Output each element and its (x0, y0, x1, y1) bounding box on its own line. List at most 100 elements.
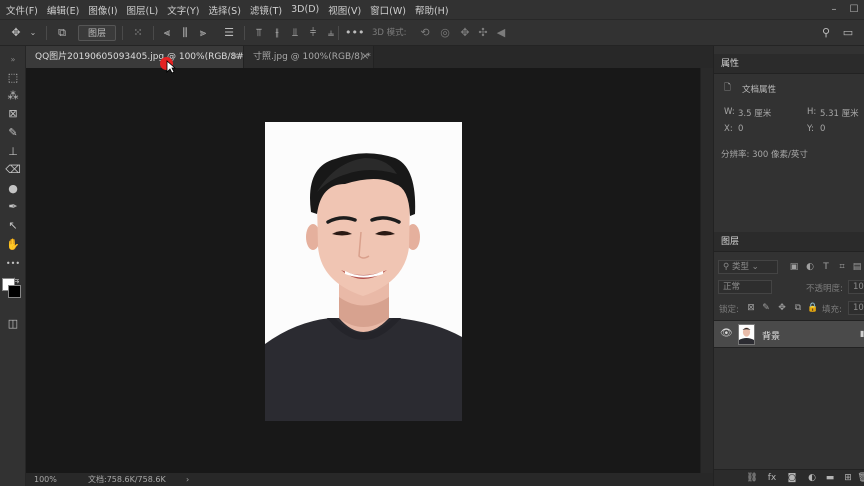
height-label: H: (807, 107, 817, 117)
width-label: W: (724, 107, 735, 117)
canvas-vertical-scrollbar[interactable] (700, 68, 713, 473)
menu-file[interactable]: 文件(F) (6, 3, 38, 17)
stamp-tool-icon[interactable]: ⊥ (4, 144, 22, 160)
visibility-eye-icon[interactable]: 👁 (720, 328, 733, 339)
filter-type-icon[interactable]: T (820, 261, 832, 273)
distribute-bottom-icon[interactable]: ⫨ (324, 25, 338, 41)
3d-mode-label: 3D 模式: (372, 28, 407, 38)
menu-help[interactable]: 帮助(H) (415, 3, 449, 17)
height-value[interactable]: 5.31 厘米 (820, 107, 859, 119)
document-size[interactable]: 文档:758.6K/758.6K (88, 473, 166, 486)
distribute-icon[interactable]: ☰ (222, 25, 236, 41)
3d-roll-icon[interactable]: ◎ (438, 25, 452, 41)
layer-row[interactable]: 👁 背景 ▮ (714, 320, 864, 348)
menu-layer[interactable]: 图层(L) (127, 3, 159, 17)
align-bottom-icon[interactable]: ⫫ (288, 25, 302, 41)
more-tools-icon[interactable]: ••• (4, 256, 22, 272)
menu-image[interactable]: 图像(I) (88, 3, 117, 17)
auto-select-icon[interactable]: ⧉ (54, 25, 70, 41)
chevron-down-icon[interactable]: ⌄ (28, 25, 38, 41)
add-mask-icon[interactable]: ◙ (786, 472, 798, 484)
path-selection-tool-icon[interactable]: ↖ (4, 218, 22, 234)
tab-id-photo[interactable]: 寸照.jpg @ 100%(RGB/8) * × (244, 46, 374, 68)
tab-qq-image[interactable]: QQ图片20190605093405.jpg @ 100%(RGB/8#) * … (26, 46, 255, 68)
lock-transparent-icon[interactable]: ⊠ (745, 302, 757, 314)
fill-input[interactable]: 100% (848, 301, 864, 315)
layer-thumbnail (738, 324, 755, 345)
options-bar: ✥ ⌄ ⧉ 图层 ⌄ ⁙ ⫷ ⫼ ⫸ ☰ ⫪ ⫲ ⫫ ⫩ ⫨ ••• 3D 模式… (0, 19, 864, 55)
close-icon[interactable]: × (361, 46, 369, 68)
lock-position-icon[interactable]: ✥ (776, 302, 788, 314)
pen-tool-icon[interactable]: ✒ (4, 199, 22, 215)
align-right-icon[interactable]: ⫸ (196, 25, 210, 41)
magic-wand-tool-icon[interactable]: ⁂ (4, 88, 22, 104)
document-canvas[interactable] (26, 68, 700, 473)
width-value[interactable]: 3.5 厘米 (738, 107, 771, 119)
blend-mode-value: 正常 (723, 282, 741, 292)
align-left-icon[interactable]: ⫷ (160, 25, 174, 41)
close-icon[interactable]: × (231, 46, 239, 68)
new-layer-icon[interactable]: ⊞ (842, 472, 854, 484)
3d-orbit-icon[interactable]: ⟲ (418, 25, 432, 41)
quick-mask-icon[interactable]: ◫ (4, 316, 22, 332)
layer-lock-icon: ▮ (860, 329, 864, 338)
healing-brush-tool-icon[interactable]: ✎ (4, 125, 22, 141)
maximize-icon[interactable]: ☐ (844, 4, 864, 15)
filter-smart-object-icon[interactable]: ▤ (851, 261, 863, 273)
lock-all-icon[interactable]: 🔒 (807, 302, 819, 314)
link-layers-icon[interactable]: ⛓ (746, 472, 758, 484)
zoom-level[interactable]: 100% (34, 473, 57, 486)
window-controls: – ☐ (824, 0, 864, 19)
menu-type[interactable]: 文字(Y) (167, 3, 199, 17)
y-value[interactable]: 0 (820, 124, 825, 134)
menu-view[interactable]: 视图(V) (328, 3, 361, 17)
delete-layer-icon[interactable]: 🗑 (857, 472, 864, 484)
layer-style-icon[interactable]: fx (766, 472, 778, 484)
menu-window[interactable]: 窗口(W) (370, 3, 406, 17)
align-top-icon[interactable]: ⫪ (252, 25, 266, 41)
properties-panel-header[interactable]: 属性 (714, 54, 864, 74)
frame-tool-icon[interactable]: ⊠ (4, 106, 22, 122)
align-center-icon[interactable]: ⫼ (178, 25, 192, 41)
filter-shape-icon[interactable]: ⌗ (836, 261, 848, 273)
new-adjustment-icon[interactable]: ◐ (806, 472, 818, 484)
opacity-input[interactable]: 100% (848, 280, 864, 294)
align-middle-icon[interactable]: ⫲ (270, 25, 284, 41)
menu-filter[interactable]: 滤镜(T) (250, 3, 282, 17)
document-properties-icon: 🗋 (724, 83, 731, 93)
filter-pixel-icon[interactable]: ▣ (788, 261, 800, 273)
more-options-icon[interactable]: ••• (345, 25, 364, 41)
menu-3d[interactable]: 3D(D) (291, 4, 319, 15)
menu-select[interactable]: 选择(S) (208, 3, 240, 17)
layers-panel-header[interactable]: 图层 (714, 232, 864, 252)
distribute-top-icon[interactable]: ⫩ (306, 25, 320, 41)
hand-tool-icon[interactable]: ✋ (4, 237, 22, 253)
transform-controls-icon[interactable]: ⁙ (130, 25, 146, 41)
marquee-tool-icon[interactable]: ⬚ (4, 70, 22, 86)
search-icon[interactable]: ⚲ (818, 25, 834, 41)
move-tool-icon[interactable]: ✥ (6, 25, 26, 41)
eraser-tool-icon[interactable]: ⌫ (4, 162, 22, 178)
workspace-icon[interactable]: ▭ (840, 25, 856, 41)
3d-video-icon[interactable]: ◀ (494, 25, 508, 41)
blur-tool-icon[interactable]: ● (4, 181, 22, 197)
menu-edit[interactable]: 编辑(E) (47, 3, 79, 17)
blend-mode-dropdown[interactable]: 正常 (718, 280, 772, 294)
layer-select-dropdown[interactable]: 图层 ⌄ (78, 25, 116, 55)
filter-adjustment-icon[interactable]: ◐ (804, 261, 816, 273)
status-bar: 100% 文档:758.6K/758.6K › (26, 473, 713, 486)
x-value[interactable]: 0 (738, 124, 743, 134)
minimize-icon[interactable]: – (824, 4, 844, 15)
resolution-text: 分辨率: 300 像素/英寸 (721, 150, 808, 160)
3d-slide-icon[interactable]: ✣ (476, 25, 490, 41)
lock-paint-icon[interactable]: ✎ (760, 302, 772, 314)
background-color-swatch[interactable] (8, 285, 21, 298)
status-menu-arrow-icon[interactable]: › (186, 473, 189, 486)
layers-footer: ⛓ fx ◙ ◐ ▬ ⊞ 🗑 (714, 469, 864, 486)
toolbar-collapse-icon[interactable]: » (4, 52, 22, 68)
3d-pan-icon[interactable]: ✥ (458, 25, 472, 41)
new-group-icon[interactable]: ▬ (824, 472, 836, 484)
portrait-photo[interactable] (265, 122, 462, 421)
layer-filter-dropdown[interactable]: ⚲ 类型 ⌄ (718, 260, 778, 274)
lock-artboard-icon[interactable]: ⧉ (792, 302, 804, 314)
